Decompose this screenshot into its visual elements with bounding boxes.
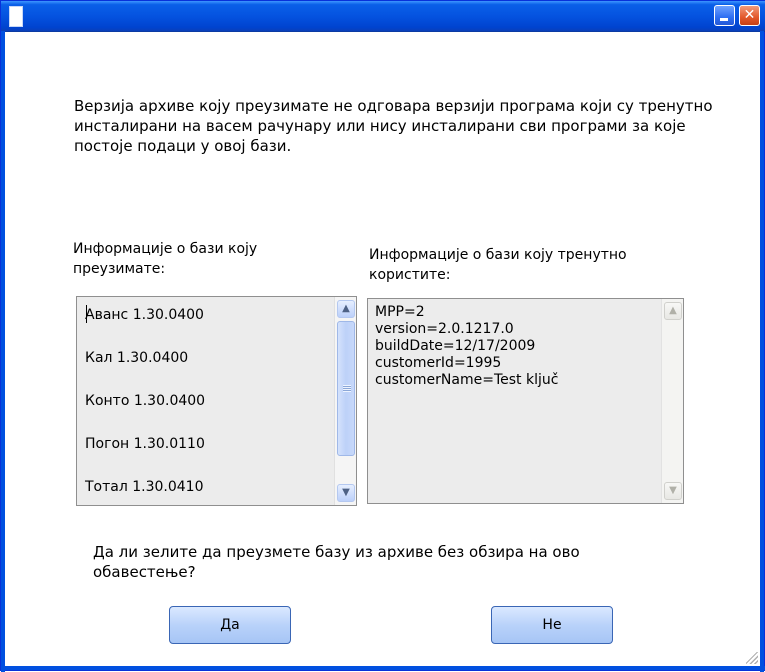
list-item[interactable]: Погон 1.30.0110 — [85, 434, 205, 477]
chevron-down-icon: ▼ — [669, 485, 677, 496]
window-frame-bottom — [1, 666, 765, 670]
scroll-up-button: ▲ — [664, 302, 682, 320]
chevron-down-icon: ▼ — [342, 487, 350, 498]
yes-button[interactable]: Да — [169, 606, 291, 644]
no-button[interactable]: Не — [491, 606, 613, 644]
list-item[interactable]: Кал 1.30.0400 — [85, 348, 205, 391]
info-line: buildDate=12/17/2009 — [375, 338, 536, 354]
close-button[interactable]: ✕ — [739, 5, 760, 26]
window-frame-left — [1, 31, 5, 672]
info-line: version=2.0.1217.0 — [375, 321, 514, 337]
list-item[interactable]: Тотал 1.30.0410 — [85, 477, 205, 520]
archive-list-scrollbar[interactable]: ▲ ▼ — [334, 297, 356, 505]
title-bar[interactable]: ✕ — [1, 1, 765, 32]
current-info-label: Информације о бази коју тренутно користи… — [369, 247, 627, 283]
minimize-icon — [720, 18, 728, 21]
list-item[interactable]: Конто 1.30.0400 — [85, 391, 205, 434]
current-list-scrollbar: ▲ ▼ — [661, 299, 683, 503]
scroll-up-button[interactable]: ▲ — [337, 300, 355, 318]
warning-message: Верзија архиве коју преузимате не одгова… — [74, 97, 713, 155]
archive-info-label: Информације о бази коју преузимате: — [73, 241, 258, 277]
app-icon — [9, 6, 23, 27]
archive-info-items: Аванс 1.30.0400 Кал 1.30.0400 Конто 1.30… — [85, 305, 205, 520]
list-item[interactable]: Аванс 1.30.0400 — [85, 305, 205, 348]
close-icon: ✕ — [743, 7, 756, 23]
scroll-down-button[interactable]: ▼ — [337, 484, 355, 502]
confirm-question: Да ли зелите да преузмете базу из архиве… — [93, 543, 580, 581]
scroll-down-button: ▼ — [664, 482, 682, 500]
info-line: customerId=1995 — [375, 355, 502, 371]
resize-grip-icon[interactable] — [746, 652, 758, 664]
dialog-window: ✕ Верзија архиве коју преузимате не одго… — [0, 0, 765, 672]
window-frame-right — [760, 31, 764, 672]
current-info-list[interactable]: MPP=2 version=2.0.1217.0 buildDate=12/17… — [367, 298, 684, 504]
info-line: customerName=Test ključ — [375, 372, 559, 388]
grip-icon — [343, 385, 351, 392]
info-line: MPP=2 — [375, 304, 425, 320]
current-info-items: MPP=2 version=2.0.1217.0 buildDate=12/17… — [375, 304, 558, 389]
minimize-button[interactable] — [714, 5, 735, 26]
chevron-up-icon: ▲ — [669, 305, 677, 316]
scroll-thumb[interactable] — [337, 321, 355, 456]
archive-info-list[interactable]: Аванс 1.30.0400 Кал 1.30.0400 Конто 1.30… — [76, 296, 357, 506]
chevron-up-icon: ▲ — [342, 303, 350, 314]
